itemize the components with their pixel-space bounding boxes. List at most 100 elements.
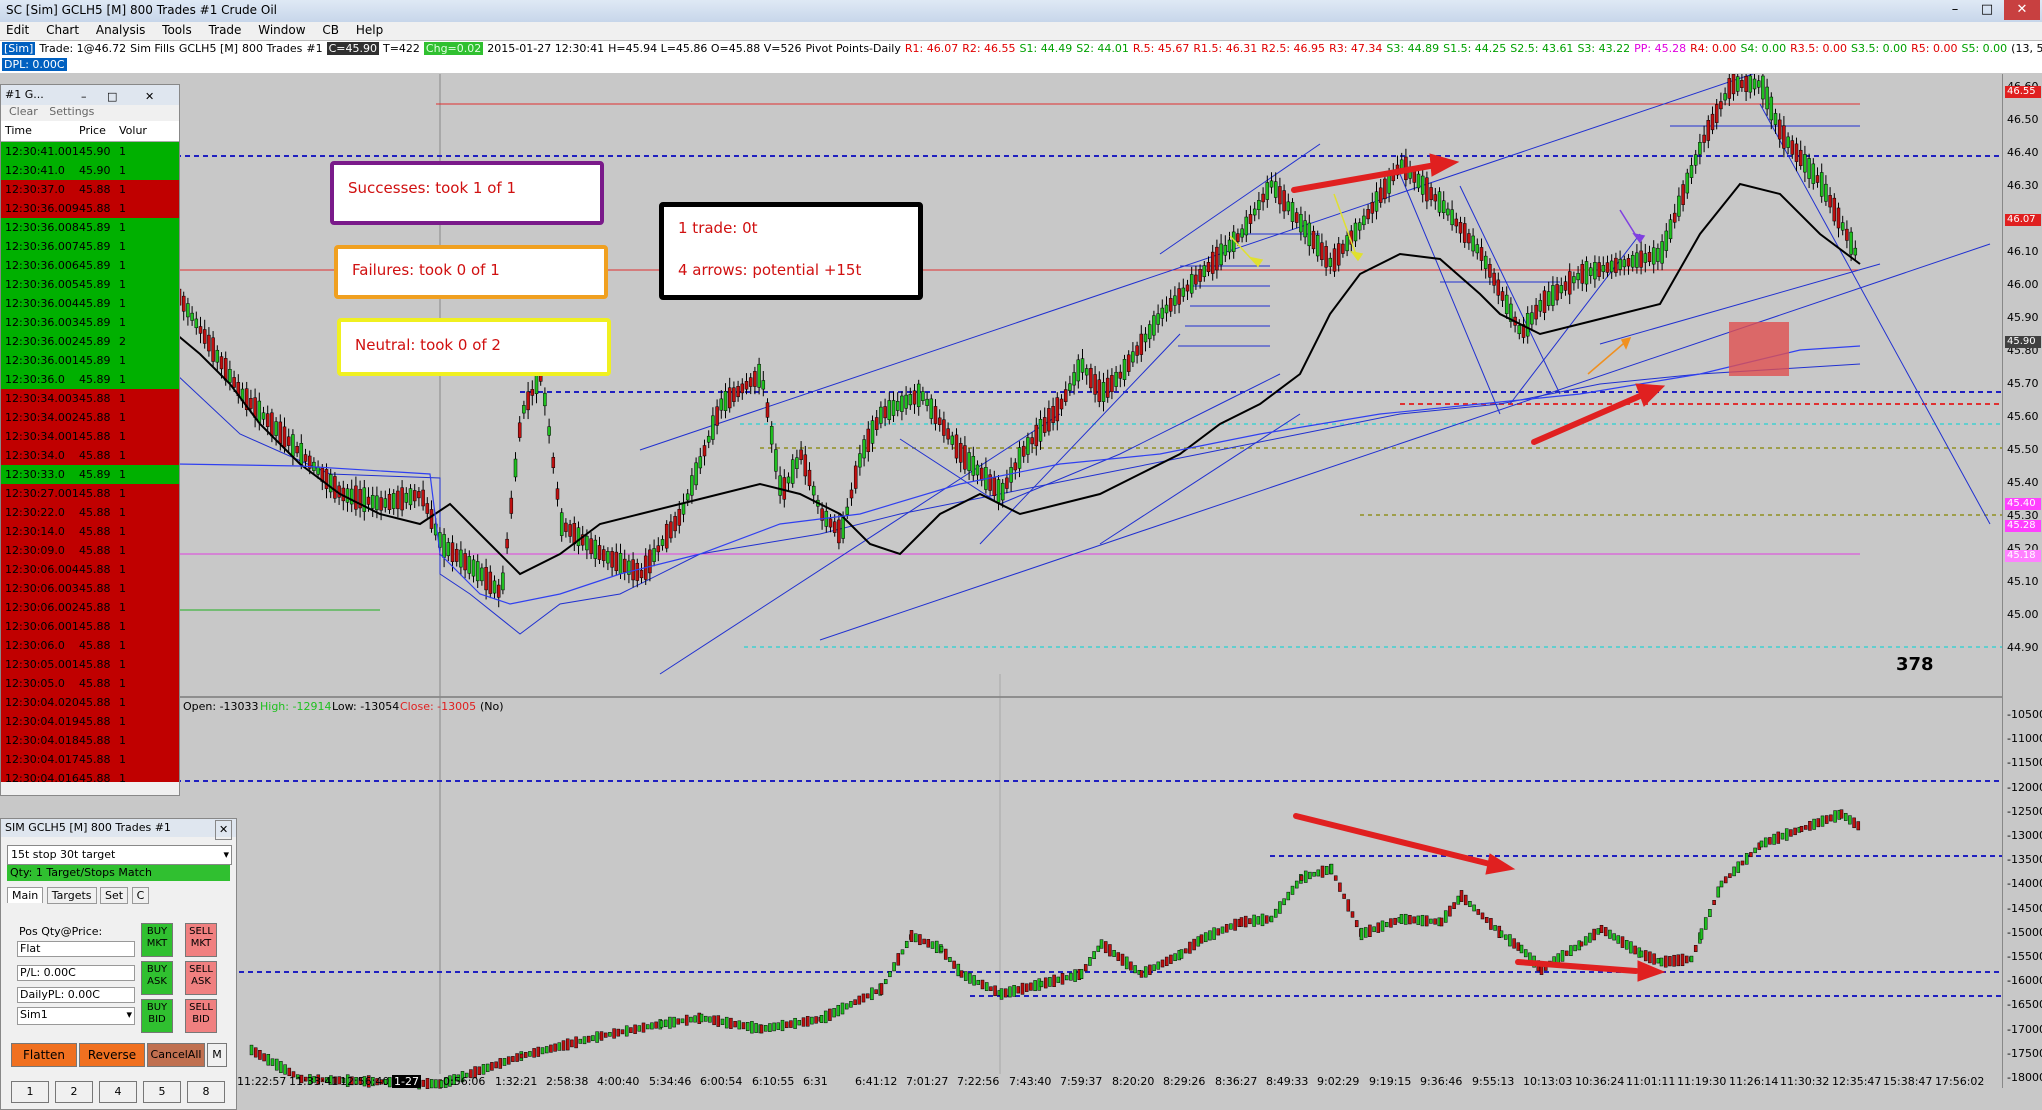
tab-c[interactable]: C: [131, 887, 150, 904]
ts-row[interactable]: 12:30:05.0 45.88 1: [1, 674, 179, 693]
candle-body: [904, 394, 908, 409]
qty-2-button[interactable]: 2: [55, 1081, 93, 1103]
menu-cb[interactable]: CB: [316, 22, 346, 37]
ts-row[interactable]: 12:30:06.0 45.88 1: [1, 636, 179, 655]
delta-bar: [1120, 953, 1125, 966]
ts-row[interactable]: 12:30:06.00145.88 1: [1, 617, 179, 636]
ts-row[interactable]: 12:30:36.00545.89 1: [1, 275, 179, 294]
menu-help[interactable]: Help: [350, 22, 390, 37]
sell-ask-button[interactable]: SELL ASK: [185, 961, 217, 995]
tab-targets[interactable]: Targets: [46, 887, 97, 904]
trade-window[interactable]: SIM GCLH5 [M] 800 Trades #1 ✕ 15t stop 3…: [0, 818, 237, 1110]
sell-market-button[interactable]: SELL MKT: [185, 923, 217, 957]
price-chart[interactable]: Open: -13033 High: -12914 Low: -13054 Cl…: [0, 74, 2002, 1108]
pivot-r5: R5: 0.00: [1911, 42, 1958, 55]
ts-row[interactable]: 12:30:04.01945.88 1: [1, 712, 179, 731]
ts-row[interactable]: 12:30:36.00645.89 1: [1, 256, 179, 275]
qty-1-button[interactable]: 1: [11, 1081, 49, 1103]
ts-row[interactable]: 12:30:04.01745.88 1: [1, 750, 179, 769]
close-button[interactable]: ✕: [2004, 0, 2040, 20]
ts-row[interactable]: 12:30:05.00145.88 1: [1, 655, 179, 674]
candle-body: [702, 445, 707, 457]
delta-bar: [724, 1016, 729, 1029]
ts-minimize-icon[interactable]: –: [81, 87, 87, 107]
ts-close-icon[interactable]: ✕: [145, 87, 154, 107]
ts-row[interactable]: 12:30:04.01845.88 1: [1, 731, 179, 750]
time-axis-label: 5:34:46: [649, 1075, 692, 1088]
ts-row[interactable]: 12:30:34.00145.88 1: [1, 427, 179, 446]
ts-row[interactable]: 12:30:41.0 45.90 1: [1, 161, 179, 180]
pivot-s5: S5: 0.00: [1961, 42, 2008, 55]
minimize-button[interactable]: –: [1940, 0, 1970, 20]
qty-4-button[interactable]: 4: [99, 1081, 137, 1103]
delta-bar: [1712, 900, 1716, 905]
ts-col-price[interactable]: Price: [79, 121, 119, 141]
ts-row[interactable]: 12:30:27.00145.88 1: [1, 484, 179, 503]
ts-row[interactable]: 12:30:33.0 45.89 1: [1, 465, 179, 484]
tab-set[interactable]: Set: [100, 887, 129, 904]
buy-ask-button[interactable]: BUY ASK: [141, 961, 173, 995]
m-button[interactable]: M: [207, 1043, 227, 1067]
ts-row[interactable]: 12:30:37.0 45.88 1: [1, 180, 179, 199]
ts-row[interactable]: 12:30:06.00445.88 1: [1, 560, 179, 579]
candle-body: [1614, 257, 1618, 273]
delta-bar: [266, 1054, 271, 1066]
ts-row[interactable]: 12:30:14.0 45.88 1: [1, 522, 179, 541]
qty-8-button[interactable]: 8: [187, 1081, 225, 1103]
delta-bar: [1429, 918, 1433, 924]
ts-row[interactable]: 12:30:34.00345.88 1: [1, 389, 179, 408]
ts-row[interactable]: 12:30:34.00245.88 1: [1, 408, 179, 427]
delta-bar: [1659, 957, 1664, 967]
ts-col-volume[interactable]: Volur: [119, 121, 155, 141]
account-chevron-icon[interactable]: ▾: [126, 1008, 132, 1021]
strategy-select[interactable]: 15t stop 30t target ▾: [7, 845, 232, 865]
sell-bid-button[interactable]: SELL BID: [185, 999, 217, 1033]
ts-maximize-icon[interactable]: □: [107, 87, 117, 107]
price-axis[interactable]: 46.6046.5046.4046.3046.2046.1046.0045.90…: [2002, 74, 2042, 1088]
pivot-s2: S2: 44.01: [1076, 42, 1129, 55]
maximize-button[interactable]: □: [1972, 0, 2002, 20]
menu-tools[interactable]: Tools: [156, 22, 199, 37]
candle-body: [1798, 149, 1803, 167]
ts-row[interactable]: 12:30:34.0 45.88 1: [1, 446, 179, 465]
ts-row[interactable]: 12:30:04.01645.88 1: [1, 769, 179, 782]
ts-row[interactable]: 12:30:06.00245.88 1: [1, 598, 179, 617]
ts-row[interactable]: 12:30:36.00845.89 1: [1, 218, 179, 237]
ts-row[interactable]: 12:30:36.00345.89 1: [1, 313, 179, 332]
menu-chart[interactable]: Chart: [40, 22, 86, 37]
candle-body: [467, 556, 472, 574]
ts-row[interactable]: 12:30:04.02045.88 1: [1, 693, 179, 712]
candle-body: [895, 401, 900, 411]
account-select[interactable]: Sim1 ▾: [17, 1007, 135, 1025]
ts-col-time[interactable]: Time: [1, 121, 79, 141]
ts-row[interactable]: 12:30:36.0 45.89 1: [1, 370, 179, 389]
flatten-button[interactable]: Flatten: [11, 1043, 77, 1067]
menu-window[interactable]: Window: [252, 22, 312, 37]
menu-analysis[interactable]: Analysis: [90, 22, 152, 37]
ts-row[interactable]: 12:30:36.00145.89 1: [1, 351, 179, 370]
time-and-sales-window[interactable]: #1 G... – □ ✕ Clear Settings Time Price Vo…: [0, 84, 180, 796]
cancel-all-button[interactable]: CancelAll: [147, 1043, 205, 1067]
candle-body: [421, 489, 425, 507]
tab-main[interactable]: Main: [7, 887, 44, 903]
ts-row[interactable]: 12:30:06.00345.88 1: [1, 579, 179, 598]
ts-row[interactable]: 12:30:22.0 45.88 1: [1, 503, 179, 522]
buy-market-button[interactable]: BUY MKT: [141, 923, 173, 957]
ts-row[interactable]: 12:30:36.00945.88 1: [1, 199, 179, 218]
chevron-down-icon[interactable]: ▾: [223, 846, 229, 864]
delta-bar: [1199, 934, 1204, 944]
ts-row[interactable]: 12:30:36.00245.89 2: [1, 332, 179, 351]
menu-trade[interactable]: Trade: [203, 22, 249, 37]
menu-edit[interactable]: Edit: [0, 22, 36, 37]
ts-row[interactable]: 12:30:36.00745.89 1: [1, 237, 179, 256]
ts-row[interactable]: 12:30:09.0 45.88 1: [1, 541, 179, 560]
buy-bid-button[interactable]: BUY BID: [141, 999, 173, 1033]
qty-5-button[interactable]: 5: [143, 1081, 181, 1103]
tw-close-icon[interactable]: ✕: [215, 820, 233, 840]
reverse-button[interactable]: Reverse: [79, 1043, 145, 1067]
delta-bar: [1763, 837, 1768, 848]
ts-row[interactable]: 12:30:41.00145.90 1: [1, 142, 179, 161]
ts-row[interactable]: 12:30:36.00445.89 1: [1, 294, 179, 313]
ts-clear-button[interactable]: Clear: [9, 105, 38, 118]
ts-settings-button[interactable]: Settings: [49, 105, 94, 118]
